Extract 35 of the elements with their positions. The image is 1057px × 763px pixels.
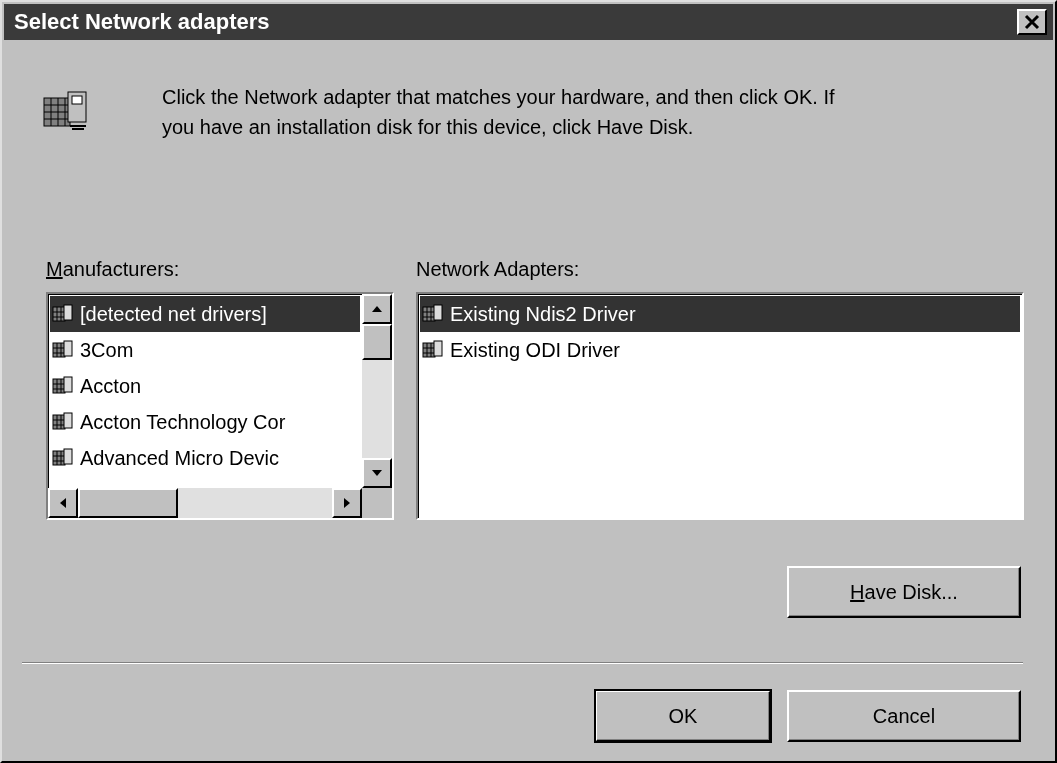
adapter-item[interactable]: Existing ODI Driver — [420, 332, 1020, 368]
network-card-icon — [52, 448, 74, 468]
network-card-icon — [422, 340, 444, 360]
instructions-text: Click the Network adapter that matches your hardware, and then click OK. If you have an installation disk for this device, click Have Disk. — [162, 85, 836, 140]
adapter-item[interactable]: Existing Ndis2 Driver — [420, 296, 1020, 332]
left-arrow-icon — [59, 497, 67, 509]
manufacturer-item[interactable]: Accton — [50, 368, 360, 404]
scroll-thumb[interactable] — [362, 324, 392, 360]
close-button[interactable] — [1017, 9, 1047, 35]
manufacturers-label: Manufacturers: — [46, 258, 181, 282]
network-adapters-label: Network Adapters: — [416, 258, 581, 282]
network-card-icon — [52, 376, 74, 396]
network-card-icon — [52, 304, 74, 324]
network-card-icon — [52, 340, 74, 360]
network-card-icon — [52, 412, 74, 432]
network-adapters-list[interactable]: Existing Ndis2 Driver Existing ODI Driver — [416, 292, 1024, 520]
right-arrow-icon — [343, 497, 351, 509]
horizontal-scrollbar[interactable] — [48, 488, 362, 518]
manufacturer-item[interactable]: 3Com — [50, 332, 360, 368]
window-title: Select Network adapters — [14, 9, 270, 35]
ok-button[interactable]: OK — [595, 690, 771, 742]
close-icon — [1023, 14, 1041, 30]
network-card-icon — [42, 88, 90, 132]
scrollbar-corner — [362, 488, 392, 518]
scroll-thumb[interactable] — [78, 488, 178, 518]
have-disk-button[interactable]: Have Disk... — [787, 566, 1021, 618]
vertical-scrollbar[interactable] — [362, 294, 392, 488]
manufacturer-item[interactable]: [detected net drivers] — [50, 296, 360, 332]
manufacturer-item[interactable]: Advanced Micro Devic — [50, 440, 360, 476]
up-arrow-icon — [371, 305, 383, 313]
network-card-icon — [422, 304, 444, 324]
cancel-button[interactable]: Cancel — [787, 690, 1021, 742]
down-arrow-icon — [371, 469, 383, 477]
manufacturer-item[interactable]: Accton Technology Cor — [50, 404, 360, 440]
manufacturers-list[interactable]: [detected net drivers] 3Com Accton Accton Technology Cor Advanced Micro Devic — [46, 292, 394, 520]
